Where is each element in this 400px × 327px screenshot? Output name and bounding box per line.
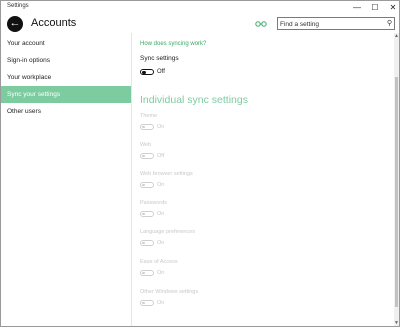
section-heading: Individual sync settings	[140, 94, 248, 106]
theme-toggle[interactable]	[140, 124, 154, 130]
ease-of-access-label: Ease of Access	[140, 259, 178, 265]
language-preferences-toggle[interactable]	[140, 240, 154, 246]
web-toggle[interactable]	[140, 153, 154, 159]
search-icon[interactable]: ⚲	[387, 19, 392, 27]
toggle-knob	[142, 242, 145, 244]
scrollbar[interactable]: ▲ ▼	[394, 33, 399, 326]
title-bar: Settings — ☐ ✕	[1, 1, 399, 15]
scrollbar-thumb[interactable]	[395, 77, 398, 307]
sidebar-item-other-users[interactable]: Other users	[1, 103, 131, 120]
sync-settings-toggle[interactable]	[140, 69, 154, 75]
minimize-button[interactable]: —	[349, 1, 365, 15]
language-preferences-state: On	[157, 240, 165, 246]
toggle-knob	[142, 126, 145, 128]
page-title: Accounts	[31, 17, 77, 29]
other-windows-settings-label: Other Windows settings	[140, 289, 199, 295]
maximize-button[interactable]: ☐	[367, 1, 383, 15]
toggle-knob	[142, 302, 145, 304]
web-state: Off	[157, 153, 165, 159]
back-button[interactable]: ←	[7, 16, 23, 32]
sidebar-item-your-workplace[interactable]: Your workplace	[1, 69, 131, 86]
sidebar: Your account Sign-in options Your workpl…	[1, 33, 132, 326]
toggle-knob	[142, 70, 146, 74]
toggle-knob	[142, 184, 145, 186]
web-browser-settings-label: Web browser settings	[140, 171, 193, 177]
toggle-knob	[142, 155, 145, 157]
web-browser-settings-state: On	[157, 182, 165, 188]
theme-label: Theme	[140, 113, 158, 119]
search-box[interactable]: ⚲	[277, 17, 395, 30]
how-sync-works-link[interactable]: How does syncing work?	[140, 41, 206, 47]
search-input[interactable]	[280, 19, 380, 29]
other-windows-settings-state: On	[157, 300, 165, 306]
sidebar-item-sync-your-settings[interactable]: Sync your settings	[1, 86, 131, 103]
passwords-state: On	[157, 211, 165, 217]
main-content: How does syncing work? Sync settings Off…	[132, 33, 394, 326]
sync-settings-label: Sync settings	[140, 55, 179, 62]
header: ← Accounts ⚲	[1, 15, 399, 33]
other-windows-settings-toggle[interactable]	[140, 300, 154, 306]
sync-settings-state: Off	[157, 69, 165, 75]
sidebar-item-sign-in-options[interactable]: Sign-in options	[1, 52, 131, 69]
settings-window: Settings — ☐ ✕ ← Accounts ⚲ Your account…	[0, 0, 400, 327]
glasses-icon	[255, 21, 267, 27]
ease-of-access-toggle[interactable]	[140, 270, 154, 276]
scroll-down-icon[interactable]: ▼	[394, 320, 399, 326]
toggle-knob	[142, 272, 145, 274]
window-title: Settings	[7, 3, 29, 9]
language-preferences-label: Language preferences	[140, 229, 196, 235]
toggle-knob	[142, 213, 145, 215]
theme-state: On	[157, 124, 165, 130]
web-browser-settings-toggle[interactable]	[140, 182, 154, 188]
web-label: Web	[140, 142, 152, 148]
sidebar-item-your-account[interactable]: Your account	[1, 35, 131, 52]
back-arrow-icon: ←	[9, 17, 21, 29]
close-button[interactable]: ✕	[385, 1, 399, 15]
ease-of-access-state: On	[157, 270, 165, 276]
passwords-toggle[interactable]	[140, 211, 154, 217]
passwords-label: Passwords	[140, 200, 167, 206]
scroll-up-icon[interactable]: ▲	[394, 33, 399, 39]
